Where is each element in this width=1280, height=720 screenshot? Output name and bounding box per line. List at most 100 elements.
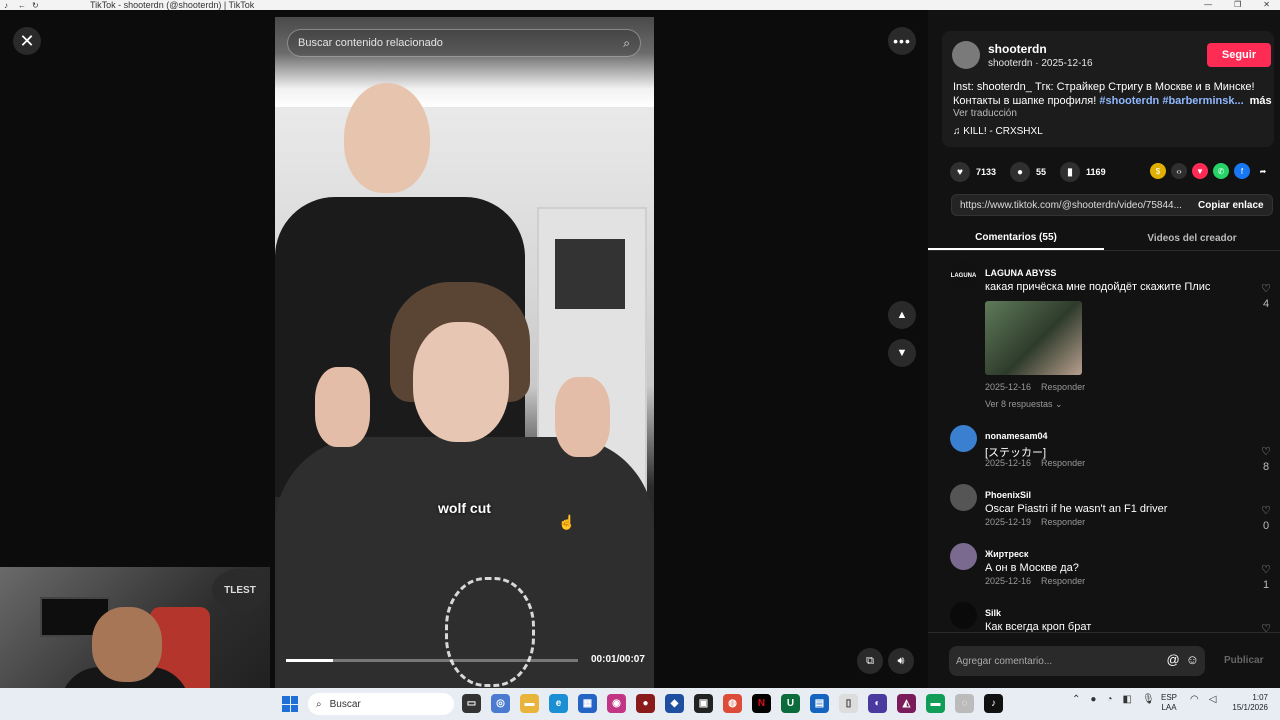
coin-icon[interactable]: $ — [1150, 163, 1166, 179]
whatsapp-icon[interactable]: ✆ — [1213, 163, 1229, 179]
comment-like-icon[interactable]: ♡ — [1258, 282, 1274, 295]
avatar[interactable] — [950, 543, 977, 570]
comment-like-icon[interactable]: ♡ — [1258, 445, 1274, 458]
more-link[interactable]: más — [1250, 95, 1272, 107]
pip-button[interactable]: ⧉ — [857, 648, 883, 674]
copy-link-button[interactable]: Copiar enlace — [1188, 200, 1264, 211]
reply-button[interactable]: Responder — [1041, 576, 1085, 586]
speaker-icon[interactable]: ◁ — [1209, 694, 1217, 705]
comment-date: 2025-12-16 — [985, 576, 1032, 586]
task-view-icon[interactable]: ▭ — [462, 694, 481, 713]
comment-sticker-image[interactable] — [985, 301, 1082, 375]
app-icon[interactable]: ▬ — [926, 694, 945, 713]
related-search-placeholder: Buscar contenido relacionado — [298, 37, 443, 49]
emoji-icon[interactable]: ☺ — [1186, 652, 1199, 667]
save-count: 1169 — [1086, 167, 1106, 177]
store-icon[interactable]: ▦ — [578, 694, 597, 713]
publish-button[interactable]: Publicar — [1224, 655, 1263, 666]
comment-like-icon[interactable]: ♡ — [1258, 622, 1274, 632]
more-options-button[interactable]: ••• — [888, 27, 916, 55]
hashtag-link[interactable]: #barberminsk... — [1162, 95, 1243, 107]
clock-date: 15/1/2026 — [1232, 703, 1268, 712]
app-icon[interactable]: ▤ — [810, 694, 829, 713]
upwork-icon[interactable]: U — [781, 694, 800, 713]
back-icon[interactable]: ← — [18, 1, 28, 10]
comment-username[interactable]: LAGUNA ABYSS — [985, 268, 1056, 278]
view-replies-button[interactable]: Ver 8 respuestas ⌄ — [985, 399, 1063, 410]
microphone-icon[interactable]: 🎙︎ — [1142, 694, 1155, 705]
instagram-icon[interactable]: ◉ — [607, 694, 626, 713]
author-name[interactable]: shooterdn — [988, 42, 1047, 56]
comment-username[interactable]: Silk — [985, 608, 1001, 618]
app-icon[interactable]: ◐ — [868, 694, 887, 713]
tiktok-icon[interactable]: ♪ — [984, 694, 1003, 713]
comment-tabs: Comentarios (55) Videos del creador — [928, 226, 1280, 251]
app-icon[interactable]: ▣ — [694, 694, 713, 713]
tab-comments[interactable]: Comentarios (55) — [928, 226, 1104, 250]
tray-icon[interactable]: ◧ — [1122, 694, 1131, 705]
video-player[interactable] — [275, 17, 654, 688]
comment-item: nonamesam04 [ステッカー] 2025-12-16 Responder … — [928, 419, 1280, 477]
avatar[interactable] — [950, 484, 977, 511]
chrome-icon[interactable]: ◍ — [723, 694, 742, 713]
facebook-icon[interactable]: f — [1234, 163, 1250, 179]
comment-username[interactable]: PhoenixSil — [985, 490, 1031, 500]
comment-like-icon[interactable]: ♡ — [1258, 504, 1274, 517]
avatar[interactable] — [952, 41, 980, 69]
app-icon[interactable]: ◌ — [955, 694, 974, 713]
hashtag-link[interactable]: #shooterdn — [1099, 95, 1159, 107]
video-description: Inst: shooterdn_ Тгк: Страйкер Стригу в … — [953, 80, 1273, 108]
reload-icon[interactable]: ↻ — [32, 1, 42, 10]
mention-icon[interactable]: @ — [1167, 652, 1180, 667]
avatar[interactable]: LAGUNA — [950, 262, 977, 289]
send-icon[interactable]: ▼ — [1192, 163, 1208, 179]
video-link[interactable]: https://www.tiktok.com/@shooterdn/video/… — [952, 200, 1188, 211]
avatar[interactable] — [950, 602, 977, 629]
video-progress-bar[interactable] — [286, 659, 578, 662]
tray-icon[interactable]: ● — [1090, 694, 1096, 705]
comment-like-icon[interactable]: ♡ — [1258, 563, 1274, 576]
tab-creator-videos[interactable]: Videos del creador — [1104, 226, 1280, 250]
follow-button[interactable]: Seguir — [1207, 43, 1271, 67]
vpn-icon[interactable]: ◆ — [665, 694, 684, 713]
clock[interactable]: 1:07 15/1/2026 — [1224, 693, 1268, 713]
maximize-button[interactable]: ❐ — [1234, 0, 1241, 9]
comment-button[interactable]: ● 55 — [1010, 162, 1046, 182]
save-button[interactable]: ▮ 1169 — [1060, 162, 1106, 182]
like-button[interactable]: ♥ 7133 — [950, 162, 996, 182]
reply-button[interactable]: Responder — [1041, 458, 1085, 468]
translate-link[interactable]: Ver traducción — [953, 108, 1017, 119]
search-icon[interactable]: ⌕ — [623, 36, 630, 51]
tray-icon[interactable]: ◔ — [1106, 694, 1112, 705]
embed-icon[interactable]: ‹› — [1171, 163, 1187, 179]
wifi-icon[interactable]: ◠ — [1190, 694, 1199, 705]
edge-icon[interactable]: e — [549, 694, 568, 713]
music-link[interactable]: ♫ KILL! - CRXSHXL — [953, 126, 1043, 137]
close-button[interactable]: ✕ — [13, 27, 41, 55]
minimize-button[interactable]: — — [1204, 0, 1212, 9]
close-window-button[interactable]: ✕ — [1263, 0, 1270, 9]
share-icon[interactable]: ➦ — [1255, 163, 1271, 179]
next-video-button[interactable]: ▼ — [888, 339, 916, 367]
start-button[interactable] — [282, 696, 298, 712]
netflix-icon[interactable]: N — [752, 694, 771, 713]
previous-video-button[interactable]: ▲ — [888, 301, 916, 329]
copilot-icon[interactable]: ◎ — [491, 694, 510, 713]
taskbar-search[interactable]: ⌕ Buscar — [308, 693, 454, 715]
language-indicator[interactable]: ESP LAA — [1161, 693, 1177, 713]
comment-username[interactable]: nonamesam04 — [985, 431, 1048, 441]
app-icon[interactable]: ◭ — [897, 694, 916, 713]
reply-button[interactable]: Responder — [1041, 382, 1085, 392]
avatar[interactable] — [950, 425, 977, 452]
related-search-input[interactable]: Buscar contenido relacionado ⌕ — [287, 29, 641, 57]
comment-username[interactable]: Жиртреск — [985, 549, 1028, 559]
document-icon[interactable]: ▯ — [839, 694, 858, 713]
comment-input[interactable]: Agregar comentario... @ ☺ — [949, 646, 1205, 676]
reply-button[interactable]: Responder — [1041, 517, 1085, 527]
volume-button[interactable]: 🔊︎ — [888, 648, 914, 674]
comment-count: 55 — [1036, 167, 1047, 177]
file-explorer-icon[interactable]: ▬ — [520, 694, 539, 713]
app-icon[interactable]: ● — [636, 694, 655, 713]
close-icon: ✕ — [19, 30, 35, 51]
chevron-up-icon[interactable]: ⌃ — [1072, 694, 1080, 705]
